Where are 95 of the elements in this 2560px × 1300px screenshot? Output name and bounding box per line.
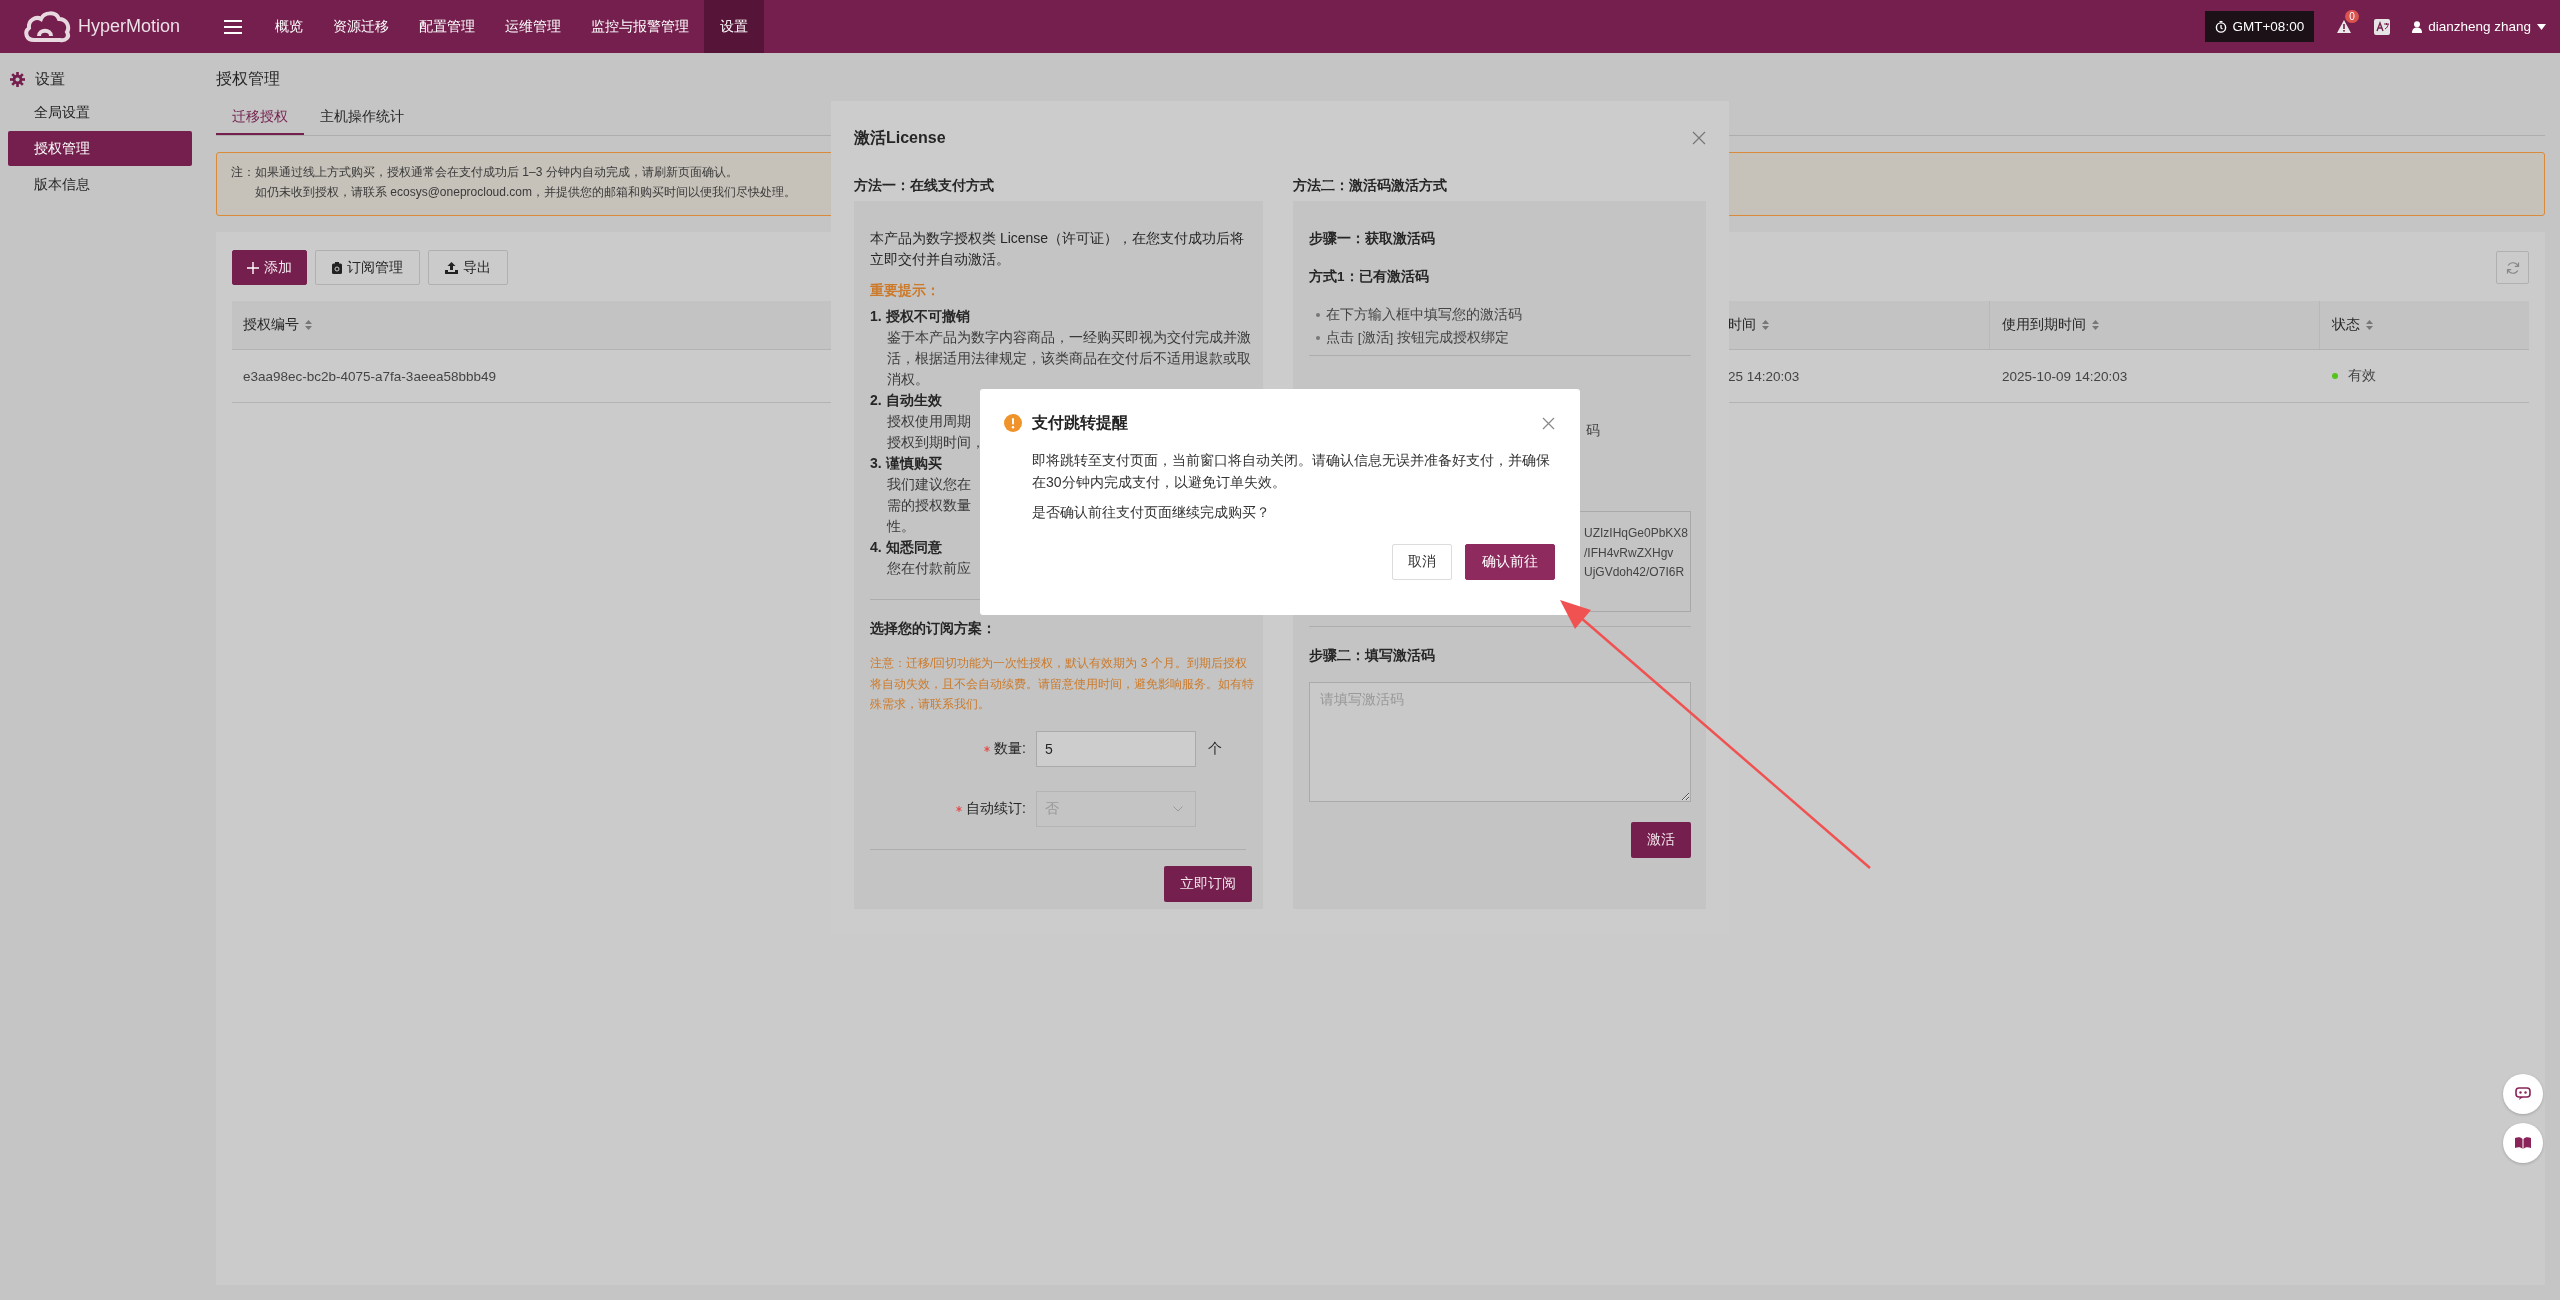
tip-text: 您在付款前应 [887, 559, 971, 578]
nav-item[interactable]: 概览 [260, 0, 318, 53]
tip-title: 1. 授权不可撤销 [870, 307, 970, 326]
tip-text: 需的授权数量 [887, 496, 971, 515]
sidebar-item[interactable]: 版本信息 [8, 167, 192, 202]
nav-item[interactable]: 配置管理 [404, 0, 490, 53]
sidebar-item[interactable]: 授权管理 [8, 131, 192, 166]
table-cell: e3aa98ec-bc2b-4075-a7fa-3aeea58bbb49 [243, 368, 496, 384]
table-cell: 2025-10-09 14:20:03 [2002, 368, 2128, 384]
close-icon[interactable] [1692, 131, 1706, 145]
nav-item[interactable]: 设置 [704, 0, 764, 53]
bullet-dot [1316, 335, 1320, 340]
add-button[interactable]: 添加 [232, 250, 307, 285]
chat-bubble-icon [2515, 1087, 2531, 1101]
warning-icon [1004, 414, 1022, 432]
tip-text: 授权使用周期 [887, 412, 971, 431]
instruction-text: 码 [1586, 422, 1600, 440]
translate-icon[interactable] [2374, 18, 2391, 35]
nav-item[interactable]: 运维管理 [490, 0, 576, 53]
dialog-message: 即将跳转至支付页面，当前窗口将自动关闭。请确认信息无误并准备好支付，并确保在30分钟内完成支付，以避免订单失效。 [1032, 451, 1551, 492]
caret-icon [2537, 23, 2546, 30]
column-header[interactable]: 使用到期时间 [2002, 316, 2086, 334]
export-button[interactable]: 导出 [428, 250, 508, 285]
sort-icon[interactable] [2366, 320, 2373, 330]
column-header[interactable]: 授权编号 [243, 316, 299, 334]
user-name: dianzheng zhang [2428, 19, 2531, 34]
brand-name: HyperMotion [78, 16, 181, 37]
unit-label: 个 [1208, 739, 1222, 758]
intro-text: 本产品为数字授权类 License（许可证），在您支付成功后将立即交付并自动激活。 [870, 229, 1246, 269]
timezone-label: GMT+08:00 [2232, 19, 2305, 34]
code-text: /IFH4vRwZXHgv [1584, 544, 1675, 562]
code-text: UjGVdoh42/O7I6R [1584, 564, 1686, 581]
subscribe-button[interactable]: 立即订阅 [1164, 865, 1252, 902]
quantity-field[interactable]: 5 [1036, 730, 1196, 767]
menu-icon[interactable] [224, 19, 242, 34]
tip-title: 4. 知悉同意 [870, 538, 942, 557]
tip-text: 我们建议您在 [887, 475, 971, 494]
field-label: 自动续订: [966, 799, 1026, 818]
refresh-button[interactable] [2496, 251, 2529, 284]
upload-icon [445, 261, 458, 274]
cancel-button[interactable]: 取消 [1392, 544, 1452, 580]
tip-text: 鉴于本产品为数字内容商品，一经购买即视为交付完成并激活，根据适用法律规定，该类商品在交付后不适用退款或取消权。 [887, 328, 1252, 389]
bullet-text: 在下方输入框中填写您的激活码 [1326, 305, 1522, 324]
status-text: 有效 [2348, 367, 2376, 385]
option-title: 方式1：已有激活码 [1309, 268, 1430, 286]
close-icon[interactable] [1542, 416, 1555, 430]
user-menu[interactable]: dianzheng zhang [2412, 19, 2546, 34]
bullet-dot [1316, 312, 1320, 317]
nav-item[interactable]: 监控与报警管理 [576, 0, 704, 53]
gear-icon [10, 71, 25, 87]
cloud-logo-icon [22, 9, 72, 44]
refresh-icon [2505, 260, 2520, 275]
plan-title: 选择您的订阅方案： [870, 619, 997, 638]
alert-count-badge: 0 [2345, 10, 2359, 23]
timer-icon [2215, 20, 2228, 33]
column-header[interactable]: 状态 [2332, 316, 2360, 334]
tip-text: 授权到期时间， [887, 433, 985, 452]
section-heading: 方法一：在线支付方式 [854, 177, 995, 195]
chevron-down-icon [1173, 805, 1183, 812]
bullet-text: 点击 [激活] 按钮完成授权绑定 [1326, 328, 1509, 347]
dialog-title: 激活License [854, 127, 946, 148]
tips-title: 重要提示： [870, 282, 941, 300]
table-cell: 25 14:20:03 [1728, 368, 1800, 384]
warning-icon[interactable] [2336, 19, 2353, 34]
field-label: 数量: [994, 739, 1026, 758]
dialog-title: 支付跳转提醒 [1032, 412, 1128, 433]
activate-button[interactable]: 激活 [1631, 822, 1691, 858]
tab[interactable]: 迁移授权 [216, 101, 304, 135]
nav-item[interactable]: 资源迁移 [318, 0, 404, 53]
book-icon [2515, 1137, 2531, 1149]
clipboard-icon [332, 261, 342, 274]
sidebar-item[interactable]: 全局设置 [8, 95, 192, 130]
step-title: 步骤二：填写激活码 [1309, 647, 1436, 665]
column-header[interactable]: 时间 [1728, 316, 1756, 334]
sort-icon[interactable] [1762, 320, 1769, 330]
section-heading: 方法二：激活码激活方式 [1293, 177, 1448, 195]
notice-text: 注：如果通过线上方式购买，授权通常会在支付成功后 1–3 分钟内自动完成，请刷新页面确认。 [231, 164, 738, 181]
tip-text: 性。 [887, 517, 915, 536]
subscription-button[interactable]: 订阅管理 [315, 250, 420, 285]
step-title: 步骤一：获取激活码 [1309, 230, 1436, 248]
tab[interactable]: 主机操作统计 [304, 101, 420, 135]
plan-note: 注意：迁移/回切功能为一次性授权，默认有效期为 3 个月。到期后授权将自动失效，且不会自动续费。请留意使用时间，避免影响服务。如有特殊需求，请联系我们。 [870, 655, 1254, 713]
sidebar-title: 设置 [35, 69, 65, 89]
timezone-badge[interactable]: GMT+08:00 [2205, 11, 2315, 42]
sort-icon[interactable] [2092, 320, 2099, 330]
sort-icon[interactable] [305, 320, 312, 330]
dialog-question: 是否确认前往支付页面继续完成购买？ [1032, 503, 1271, 522]
tip-title: 2. 自动生效 [870, 391, 942, 410]
code-text: UZIzIHqGe0PbKX8 [1584, 525, 1690, 542]
notice-text: 如仍未收到授权，请联系 ecosys@oneprocloud.com，并提供您的邮箱和购买时间以便我们尽快处理。 [254, 184, 796, 201]
tip-title: 3. 谨慎购买 [870, 454, 942, 473]
plus-icon [247, 261, 259, 274]
user-icon [2412, 20, 2423, 33]
page-title: 授权管理 [216, 69, 281, 89]
confirm-button[interactable]: 确认前往 [1465, 544, 1555, 580]
